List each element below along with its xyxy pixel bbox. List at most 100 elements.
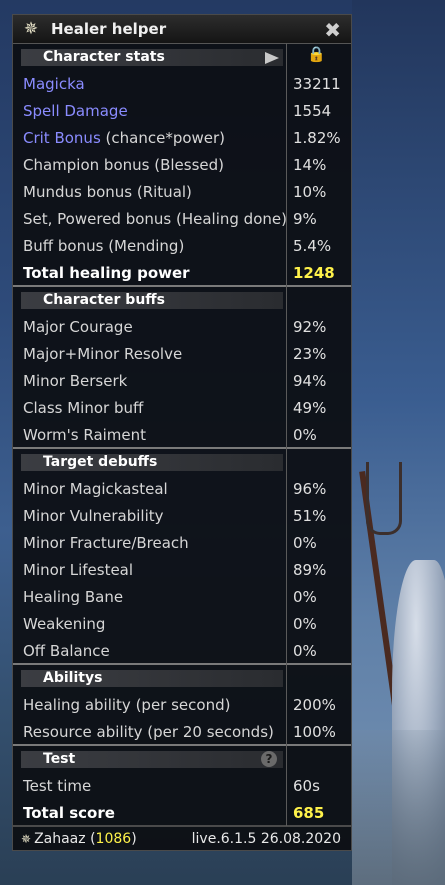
debuff-row-weakening: Weakening 0% <box>13 611 351 638</box>
debuff-row-fracture-breach: Minor Fracture/Breach 0% <box>13 530 351 557</box>
buff-label: Worm's Raiment <box>23 426 147 444</box>
stat-row-crit-bonus: Crit Bonus (chance*power) 1.82% <box>13 125 351 152</box>
stat-label: Total healing power <box>23 264 190 282</box>
debuff-label: Weakening <box>23 615 106 633</box>
title-bar[interactable]: ✵ Healer helper ✖ <box>13 15 351 44</box>
close-icon[interactable]: ✖ <box>324 18 341 42</box>
stat-row-champion: Champion bonus (Blessed) 14% <box>13 152 351 179</box>
section-title: Abilitys <box>43 670 103 686</box>
stat-label: Crit Bonus (chance*power) <box>23 125 225 152</box>
debuff-value[interactable]: 89% <box>293 557 326 584</box>
divider <box>13 663 351 665</box>
buff-value[interactable]: 23% <box>293 341 326 368</box>
stat-label: Mundus bonus (Ritual) <box>23 183 192 201</box>
debuff-label: Minor Magickasteal <box>23 480 168 498</box>
buff-row-class-minor: Class Minor buff 49% <box>13 395 351 422</box>
divider <box>13 447 351 449</box>
buff-value[interactable]: 94% <box>293 368 326 395</box>
stat-label-suffix: (chance*power) <box>100 129 226 147</box>
stat-row-magicka: Magicka 33211 <box>13 71 351 98</box>
level-close: ) <box>131 831 137 847</box>
test-value[interactable]: 60s <box>293 773 320 800</box>
stat-label: Buff bonus (Mending) <box>23 237 185 255</box>
stat-value: 33211 <box>293 75 341 93</box>
footer-user: ✵ Zahaaz (1086) <box>21 827 137 851</box>
stat-row-total-healing-power: Total healing power 1248 <box>13 260 351 287</box>
divider <box>13 285 351 287</box>
stat-label[interactable]: Spell Damage <box>23 98 128 125</box>
debuff-row-magickasteal: Minor Magickasteal 96% <box>13 476 351 503</box>
debuff-value[interactable]: 96% <box>293 476 326 503</box>
stat-label: Champion bonus (Blessed) <box>23 156 224 174</box>
stat-row-set-bonus: Set, Powered bonus (Healing done) 9% <box>13 206 351 233</box>
buff-row-major-courage: Major Courage 92% <box>13 314 351 341</box>
compass-star-icon: ✵ <box>21 832 32 846</box>
stat-value: 14% <box>293 156 327 174</box>
stat-value: 1.82% <box>293 129 341 147</box>
compass-star-icon: ✵ <box>23 19 39 39</box>
section-title: Character buffs <box>43 292 165 308</box>
buff-label: Class Minor buff <box>23 399 144 417</box>
section-header-target-debuffs: Target debuffs <box>21 454 283 471</box>
footer-bar: ✵ Zahaaz (1086) live.6.1.5 26.08.2020 <box>12 826 352 851</box>
divider <box>13 744 351 746</box>
ability-row-resource: Resource ability (per 20 seconds) 100% <box>13 719 351 746</box>
section-header-character-stats: Character stats <box>21 49 283 66</box>
buff-row-minor-berserk: Minor Berserk 94% <box>13 368 351 395</box>
buff-value[interactable]: 0% <box>293 422 317 449</box>
debuff-row-off-balance: Off Balance 0% <box>13 638 351 665</box>
ability-value[interactable]: 200% <box>293 692 336 719</box>
background-scene <box>352 0 445 885</box>
buff-value[interactable]: 49% <box>293 395 326 422</box>
section-header-abilitys: Abilitys <box>21 670 283 687</box>
buff-label: Major Courage <box>23 318 133 336</box>
background-trident <box>366 462 402 535</box>
debuff-label: Minor Fracture/Breach <box>23 534 189 552</box>
debuff-value[interactable]: 0% <box>293 611 317 638</box>
version-label: live.6.1.5 26.08.2020 <box>191 831 341 847</box>
stat-label: Set, Powered bonus (Healing done) <box>23 210 287 228</box>
test-row-total-score: Total score 685 <box>13 800 351 827</box>
stat-value: 5.4% <box>293 237 332 255</box>
test-value: 685 <box>293 804 325 822</box>
column-divider <box>286 43 287 826</box>
debuff-label: Minor Vulnerability <box>23 507 164 525</box>
debuff-value[interactable]: 0% <box>293 530 317 557</box>
test-label: Total score <box>23 804 115 822</box>
test-row-test-time: Test time 60s <box>13 773 351 800</box>
stat-row-mundus: Mundus bonus (Ritual) 10% <box>13 179 351 206</box>
help-question-icon[interactable]: ? <box>261 751 277 767</box>
section-title: Target debuffs <box>43 454 158 470</box>
background-mist <box>352 730 445 885</box>
username: Zahaaz <box>34 831 86 847</box>
stat-value: 9% <box>293 210 317 228</box>
buff-row-worms-raiment: Worm's Raiment 0% <box>13 422 351 449</box>
buff-row-resolve: Major+Minor Resolve 23% <box>13 341 351 368</box>
debuff-row-healing-bane: Healing Bane 0% <box>13 584 351 611</box>
champion-level: 1086 <box>95 831 132 847</box>
ability-label: Resource ability (per 20 seconds) <box>23 723 274 741</box>
debuff-value[interactable]: 0% <box>293 584 317 611</box>
ability-row-healing: Healing ability (per second) 200% <box>13 692 351 719</box>
stat-row-buff-bonus: Buff bonus (Mending) 5.4% <box>13 233 351 260</box>
crit-bonus-link[interactable]: Crit Bonus <box>23 129 101 147</box>
section-title: Character stats <box>43 49 165 65</box>
stat-value: 10% <box>293 183 327 201</box>
level-open: ( <box>85 831 96 847</box>
debuff-value[interactable]: 0% <box>293 638 317 665</box>
debuff-label: Off Balance <box>23 642 110 660</box>
buff-label: Major+Minor Resolve <box>23 345 183 363</box>
debuff-value[interactable]: 51% <box>293 503 326 530</box>
ability-value[interactable]: 100% <box>293 719 336 746</box>
window-title: Healer helper <box>51 20 167 38</box>
stat-label[interactable]: Magicka <box>23 71 85 98</box>
stat-value: 1554 <box>293 102 332 120</box>
lock-icon[interactable]: 🔒 <box>307 45 326 63</box>
ability-label: Healing ability (per second) <box>23 696 231 714</box>
section-header-test: Test <box>21 751 283 768</box>
healer-helper-window: ✵ Healer helper ✖ Character stats 🔒 Magi… <box>12 14 352 826</box>
debuff-row-vulnerability: Minor Vulnerability 51% <box>13 503 351 530</box>
debuff-label: Healing Bane <box>23 588 124 606</box>
buff-value[interactable]: 92% <box>293 314 326 341</box>
play-arrow-icon[interactable] <box>265 52 279 64</box>
